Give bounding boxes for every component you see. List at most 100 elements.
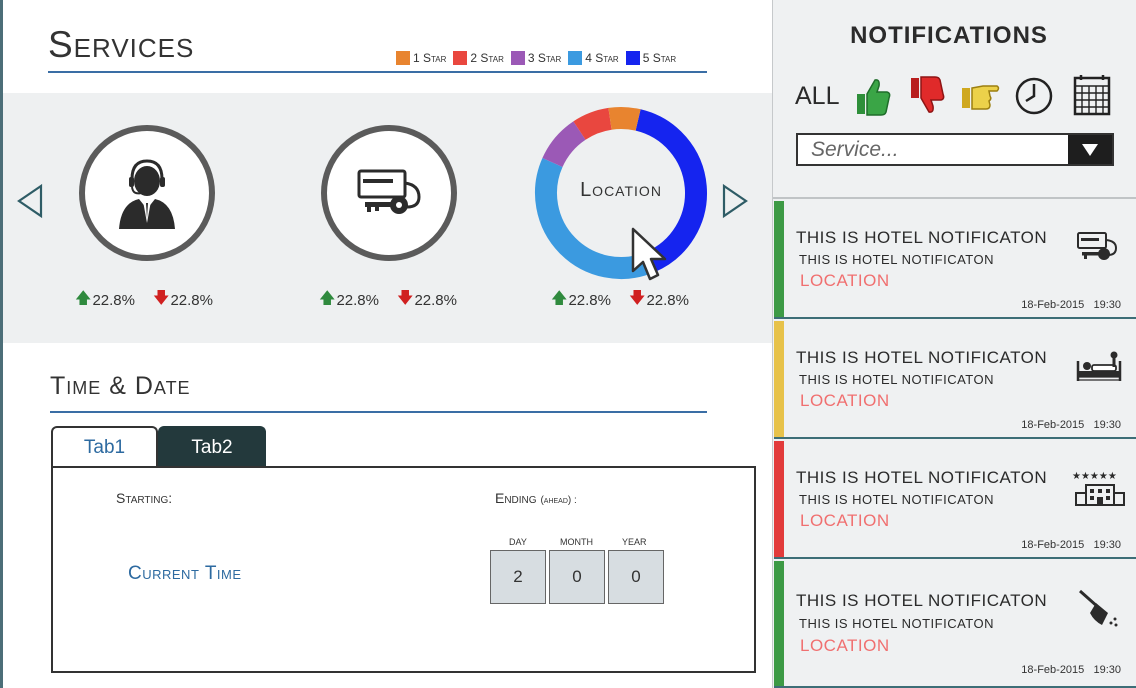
broom-icon: [1079, 589, 1118, 627]
stat-down: 🡇 22.8%: [629, 287, 689, 314]
notification-filters: ALL: [795, 74, 1135, 120]
notifications-title: NOTIFICATIONS: [850, 22, 1048, 49]
bed-icon: [1076, 351, 1122, 381]
notification-location[interactable]: LOCATION: [800, 636, 890, 656]
notification-card[interactable]: THIS IS HOTEL NOTIFICATON THIS IS HOTEL …: [774, 201, 1136, 319]
legend-swatch: [625, 51, 640, 65]
service-location-stats: 🡅 22.8% 🡇 22.8%: [551, 287, 689, 314]
tab-2[interactable]: Tab2: [158, 426, 266, 467]
status-bar-red: [774, 441, 784, 557]
notification-subtitle: THIS IS HOTEL NOTIFICATON: [799, 616, 994, 631]
stat-down: 🡇 22.8%: [153, 287, 213, 314]
current-time-link[interactable]: Current Time: [128, 563, 242, 585]
donut-segment-3-star[interactable]: [542, 121, 586, 168]
clock-icon[interactable]: [1013, 74, 1055, 118]
service-ring: [79, 125, 215, 261]
keycard-icon: [1077, 232, 1118, 260]
donut-segment-1-star[interactable]: [608, 107, 641, 131]
legend-5-star: 5 Star: [625, 51, 676, 65]
notification-title: THIS IS HOTEL NOTIFICATON: [796, 228, 1048, 247]
filter-all[interactable]: ALL: [795, 82, 839, 111]
notification-timestamp: 18-Feb-2015 19:30: [1021, 664, 1121, 676]
service-keycard-stats: 🡅 22.8% 🡇 22.8%: [319, 287, 457, 314]
service-reception-stats: 🡅 22.8% 🡇 22.8%: [75, 287, 213, 314]
stat-up: 🡅 22.8%: [319, 287, 379, 314]
month-caption: MONTH: [560, 537, 593, 547]
notification-title: THIS IS HOTEL NOTIFICATON: [796, 468, 1048, 487]
thumbs-down-icon[interactable]: [905, 74, 947, 118]
service-reception[interactable]: [79, 125, 219, 265]
stat-down: 🡇 22.8%: [397, 287, 457, 314]
ending-label: Ending (ahead) :: [495, 490, 577, 506]
tab-1[interactable]: Tab1: [51, 426, 158, 467]
services-divider: [48, 71, 707, 73]
tab-panel: Starting: Ending (ahead) : Current Time …: [51, 466, 756, 673]
carousel-prev-icon[interactable]: [15, 183, 45, 219]
service-dropdown[interactable]: Service...: [796, 133, 1114, 166]
legend-2-star: 2 Star: [453, 51, 504, 65]
legend-swatch: [453, 51, 468, 65]
arrow-up-icon: 🡅: [75, 290, 92, 307]
hotel-stars-icon: ★★★★★: [1072, 471, 1125, 506]
legend-swatch: [510, 51, 525, 65]
arrow-down-icon: 🡇: [629, 290, 646, 307]
services-title: Services: [48, 24, 195, 65]
starting-label: Starting:: [116, 490, 173, 506]
month-field[interactable]: 0: [549, 550, 605, 604]
arrow-up-icon: 🡅: [319, 290, 336, 307]
legend-swatch: [396, 51, 410, 65]
dropdown-toggle[interactable]: [1068, 135, 1112, 164]
donut-segment-2-star[interactable]: [573, 107, 613, 140]
notification-title: THIS IS HOTEL NOTIFICATON: [796, 348, 1048, 367]
keycard-icon: [357, 169, 421, 214]
legend-3-star: 3 Star: [510, 51, 561, 65]
caret-down-icon: [1082, 143, 1098, 156]
notification-timestamp: 18-Feb-2015 19:30: [1021, 539, 1121, 551]
calendar-icon[interactable]: [1071, 74, 1113, 118]
thumbs-sideways-icon[interactable]: [959, 74, 1001, 118]
service-keycard[interactable]: [321, 125, 461, 265]
legend-4-star: 4 Star: [568, 51, 619, 65]
status-bar-yellow: [774, 321, 784, 437]
notification-subtitle: THIS IS HOTEL NOTIFICATON: [799, 372, 994, 387]
notification-card[interactable]: THIS IS HOTEL NOTIFICATON THIS IS HOTEL …: [774, 561, 1136, 688]
notifications-separator: [773, 197, 1136, 199]
receptionist-icon: [119, 159, 175, 229]
notification-timestamp: 18-Feb-2015 19:30: [1021, 419, 1121, 431]
day-caption: DAY: [509, 537, 527, 547]
status-bar-green: [774, 561, 784, 686]
main-panel: Services 1 Star 2 Star 3 Star 4 Star 5 S…: [0, 0, 772, 688]
notification-card[interactable]: THIS IS HOTEL NOTIFICATON THIS IS HOTEL …: [774, 441, 1136, 559]
thumbs-up-icon[interactable]: [851, 74, 893, 118]
notification-location[interactable]: LOCATION: [800, 511, 890, 531]
stat-up: 🡅 22.8%: [551, 287, 611, 314]
arrow-down-icon: 🡇: [397, 290, 414, 307]
year-field[interactable]: 0: [608, 550, 664, 604]
carousel-next-icon[interactable]: [720, 183, 750, 219]
legend-1-star: 1 Star: [396, 51, 446, 65]
notification-subtitle: THIS IS HOTEL NOTIFICATON: [799, 252, 994, 267]
notification-card[interactable]: THIS IS HOTEL NOTIFICATON THIS IS HOTEL …: [774, 321, 1136, 439]
svg-text:★★★★★: ★★★★★: [1072, 471, 1117, 482]
notification-subtitle: THIS IS HOTEL NOTIFICATON: [799, 492, 994, 507]
star-legend: 1 Star 2 Star 3 Star 4 Star 5 Star: [396, 51, 676, 65]
service-dropdown-value: Service...: [811, 138, 899, 161]
service-ring: [321, 125, 457, 261]
day-field[interactable]: 2: [490, 550, 546, 604]
arrow-down-icon: 🡇: [153, 290, 170, 307]
notification-location[interactable]: LOCATION: [800, 271, 890, 291]
stat-up: 🡅 22.8%: [75, 287, 135, 314]
services-carousel: 🡅 22.8% 🡇 22.8% 🡅 22.8% 🡇 22.8% Location…: [3, 93, 772, 343]
notification-location[interactable]: LOCATION: [800, 391, 890, 411]
mouse-pointer-icon: [631, 227, 667, 281]
time-date-title: Time & Date: [50, 372, 191, 400]
status-bar-green: [774, 201, 784, 317]
legend-swatch: [568, 51, 583, 65]
notification-timestamp: 18-Feb-2015 19:30: [1021, 299, 1121, 311]
notifications-panel: NOTIFICATIONS ALL Service... THIS IS HOT…: [772, 0, 1136, 688]
arrow-up-icon: 🡅: [551, 290, 568, 307]
location-label: Location: [580, 179, 662, 201]
notification-title: THIS IS HOTEL NOTIFICATON: [796, 591, 1048, 610]
year-caption: YEAR: [622, 537, 647, 547]
time-date-divider: [50, 411, 707, 413]
